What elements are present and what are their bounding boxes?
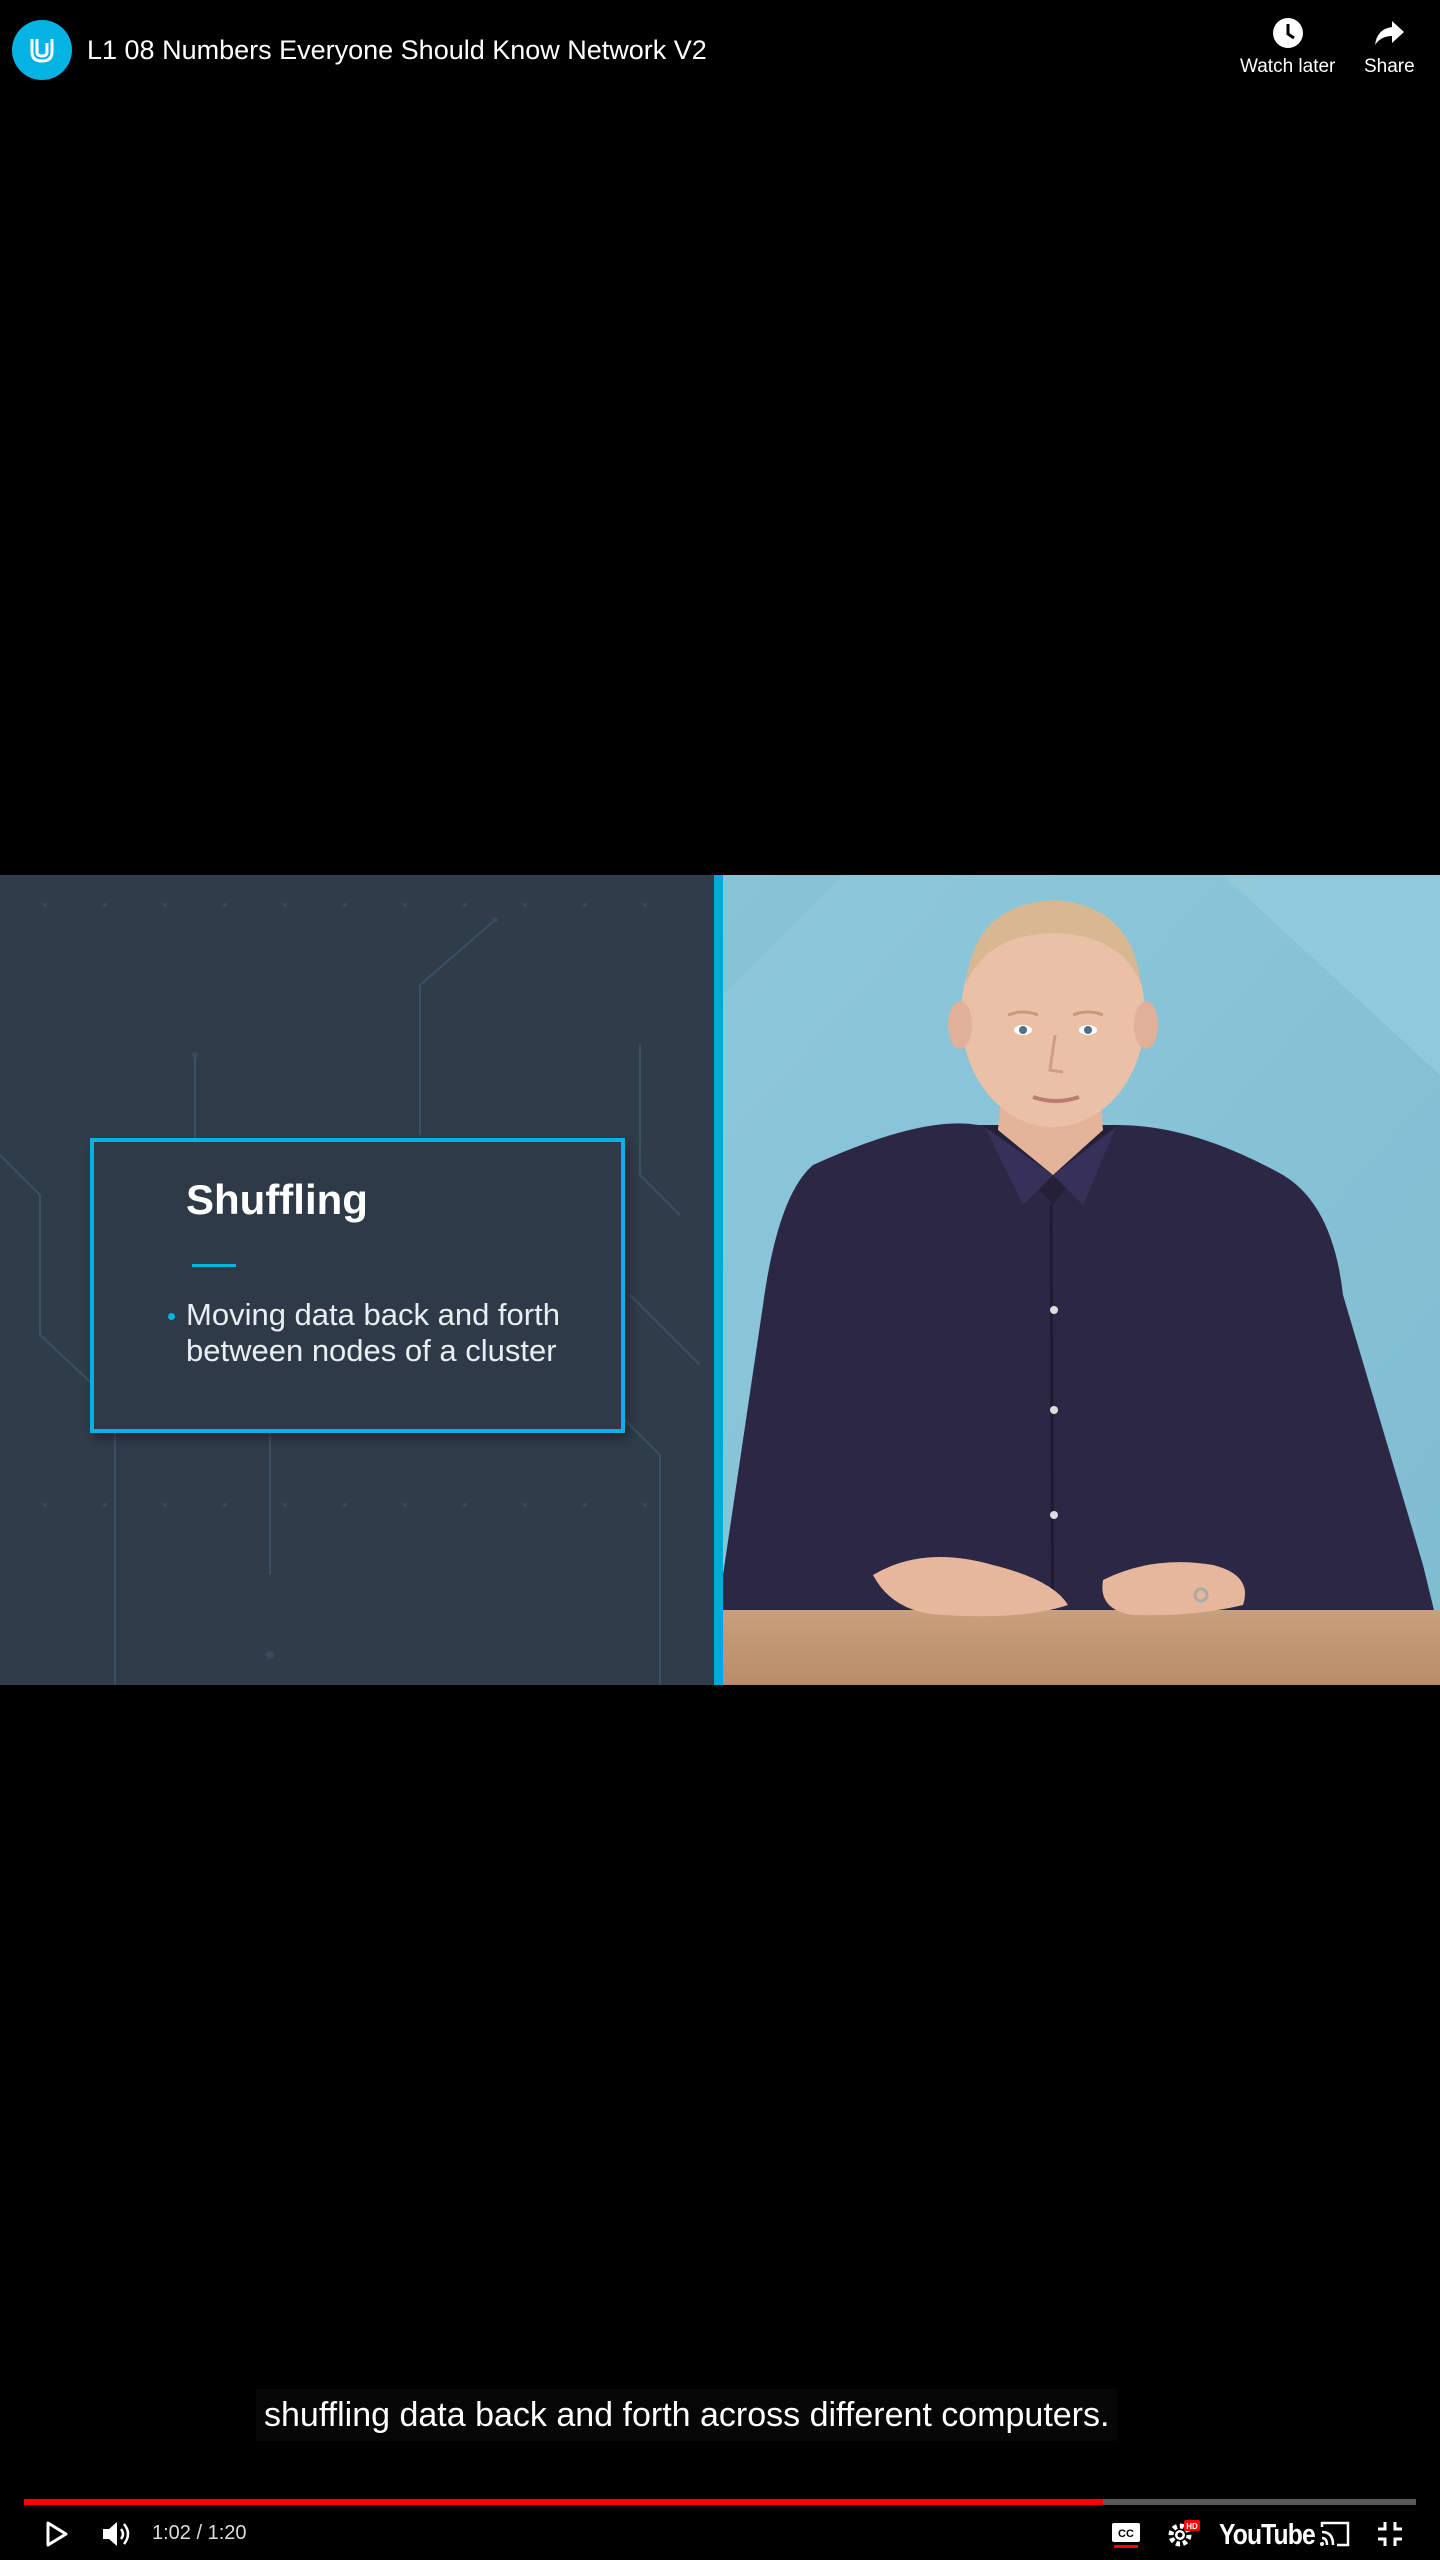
video-frame[interactable]: Shuffling Moving data back and forth bet… [0, 875, 1440, 1685]
slide-bullet: Moving data back and forth between nodes… [186, 1297, 560, 1368]
volume-icon [103, 2522, 130, 2546]
subtitle-caption: shuffling data back and forth across dif… [256, 2389, 1118, 2441]
play-button[interactable] [40, 2519, 70, 2554]
exit-fullscreen-button[interactable] [1375, 2519, 1405, 2554]
lecture-slide: Shuffling Moving data back and forth bet… [0, 875, 714, 1685]
channel-avatar[interactable] [12, 20, 72, 80]
gear-icon: HD [1168, 2520, 1200, 2547]
video-player[interactable]: L1 08 Numbers Everyone Should Know Netwo… [0, 0, 1440, 2560]
closed-captions-icon: CC [1112, 2523, 1140, 2548]
slide-card: Shuffling Moving data back and forth bet… [90, 1138, 625, 1433]
player-controls: 1:02 / 1:20 CC HD YouTube [0, 2505, 1440, 2560]
share-arrow-icon [1375, 21, 1405, 45]
svg-text:HD: HD [1186, 2522, 1198, 2531]
time-display: 1:02 / 1:20 [152, 2522, 247, 2544]
share-label: Share [1364, 56, 1415, 77]
svg-text:CC: CC [1118, 2528, 1134, 2540]
slide-divider [192, 1264, 236, 1267]
clock-icon [1272, 18, 1303, 48]
top-bar: L1 08 Numbers Everyone Should Know Netwo… [0, 0, 1440, 110]
exit-fullscreen-icon [1378, 2522, 1402, 2546]
slide-separator [714, 875, 723, 1685]
settings-button[interactable]: HD [1166, 2519, 1200, 2554]
slide-heading: Shuffling [186, 1176, 368, 1223]
youtube-logo[interactable]: YouTube [1219, 2519, 1316, 2552]
bullet-icon [168, 1313, 175, 1320]
cast-button[interactable] [1318, 2519, 1352, 2554]
share-button[interactable]: Share [1364, 16, 1415, 78]
subtitles-button[interactable]: CC [1111, 2519, 1141, 2554]
volume-button[interactable] [100, 2519, 134, 2554]
cast-icon [1320, 2521, 1350, 2547]
play-icon [46, 2521, 68, 2547]
udacity-logo-icon [30, 39, 54, 63]
video-title[interactable]: L1 08 Numbers Everyone Should Know Netwo… [87, 35, 707, 66]
watch-later-button[interactable]: Watch later [1240, 16, 1335, 78]
watch-later-label: Watch later [1240, 56, 1336, 77]
presenter-video [723, 875, 1440, 1685]
presenter-image [723, 875, 1440, 1685]
